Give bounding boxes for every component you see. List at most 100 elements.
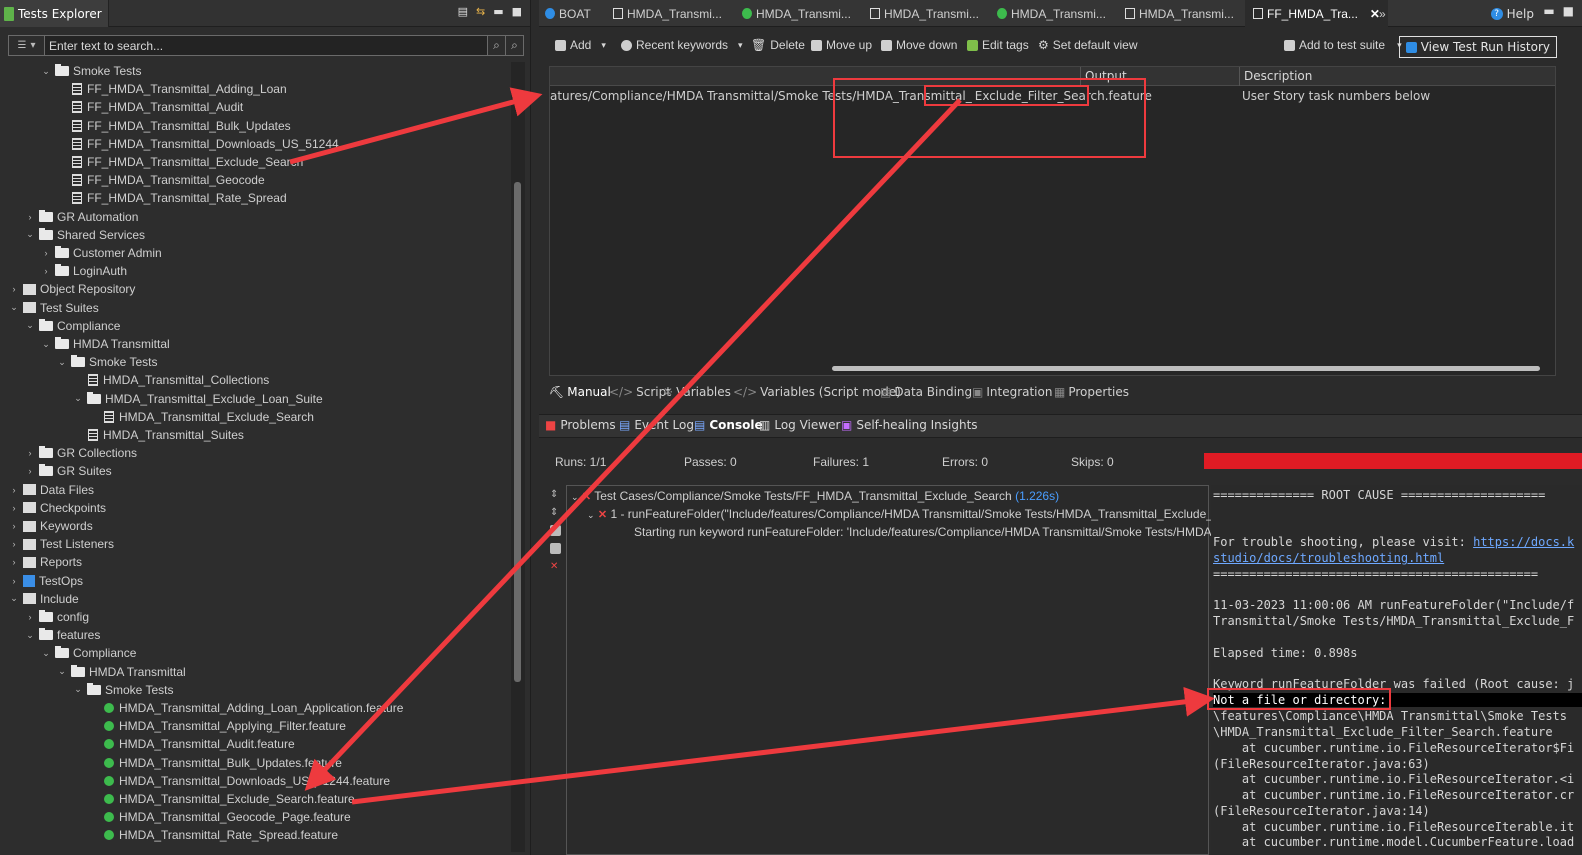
search-filter-dropdown[interactable]: ☰ ▾ — [8, 35, 45, 56]
tree-item[interactable]: › LoginAuth — [40, 262, 127, 280]
chevron-right-icon[interactable]: › — [8, 485, 20, 495]
result-node-step[interactable]: ⌄ ✕ 1 - runFeatureFolder("Include/featur… — [587, 507, 1213, 521]
tab-integration[interactable]: ▣ Integration — [972, 385, 1052, 399]
tree-item[interactable]: HMDA_Transmittal_Downloads_US_51244.feat… — [88, 772, 390, 790]
tree-item[interactable]: › TestOps — [8, 572, 84, 590]
maximize-icon[interactable]: ■ — [1563, 4, 1574, 18]
maximize-icon[interactable]: ■ — [512, 5, 522, 18]
tab-variables-script[interactable]: </> Variables (Script mode) — [733, 385, 901, 399]
tab-problems[interactable]: ■ Problems — [545, 418, 616, 432]
tree-item[interactable]: › Checkpoints — [8, 499, 107, 517]
explorer-scrollbar[interactable] — [511, 62, 525, 852]
troubleshooting-link[interactable]: studio/docs/troubleshooting.html — [1213, 551, 1444, 565]
failed-filter-icon[interactable]: ✕ — [550, 561, 561, 572]
chevron-down-icon[interactable]: ⌄ — [8, 593, 20, 604]
add-to-test-suite-button[interactable]: Add to test suite ▾ — [1284, 38, 1402, 52]
minimize-icon[interactable]: ▬ — [1543, 4, 1554, 18]
tab-properties[interactable]: ▦ Properties — [1054, 385, 1129, 399]
tree-item[interactable]: HMDA_Transmittal_Bulk_Updates.feature — [88, 754, 342, 772]
tab-hmda-3[interactable]: HMDA_Transmi... — [870, 0, 979, 27]
tree-item[interactable]: FF_HMDA_Transmittal_Exclude_Search — [56, 153, 303, 171]
tree-item[interactable]: FF_HMDA_Transmittal_Bulk_Updates — [56, 117, 291, 135]
tree-item[interactable]: ⌄ Smoke Tests — [40, 62, 141, 80]
tab-manual[interactable]: ⛏ Manual — [549, 385, 611, 399]
edit-tags-button[interactable]: Edit tags — [967, 38, 1029, 52]
tab-console[interactable]: ▤ Console — [694, 418, 763, 432]
tab-data-binding[interactable]: ▤ Data Binding — [880, 385, 972, 399]
result-node-test-case[interactable]: ⌄ ✕ Test Cases/Compliance/Smoke Tests/FF… — [571, 489, 1059, 503]
chevron-down-icon[interactable]: ▾ — [738, 40, 743, 51]
tab-variables[interactable]: ※ Variables — [663, 385, 731, 399]
tree-item[interactable]: HMDA_Transmittal_Suites — [72, 426, 244, 444]
table-horizontal-scrollbar[interactable] — [832, 366, 1540, 371]
chevron-down-icon[interactable]: ⌄ — [40, 339, 52, 350]
move-up-button[interactable]: Move up — [811, 38, 872, 52]
tree-item[interactable]: ⌄ features — [24, 626, 100, 644]
tab-hmda-4[interactable]: HMDA_Transmi... — [997, 0, 1106, 27]
chevron-right-icon[interactable]: › — [24, 612, 36, 622]
tree-item[interactable]: › Customer Admin — [40, 244, 162, 262]
tab-hmda-2[interactable]: HMDA_Transmi... — [742, 0, 851, 27]
chevron-down-icon[interactable]: ⌄ — [56, 666, 68, 677]
search-icon[interactable]: ⌕ — [488, 35, 506, 56]
tab-hmda-5[interactable]: HMDA_Transmi... — [1125, 0, 1234, 27]
chevron-right-icon[interactable]: › — [8, 576, 20, 586]
tree-item[interactable]: HMDA_Transmittal_Exclude_Search — [88, 408, 314, 426]
tree-item[interactable]: ⌄ HMDA Transmittal — [40, 335, 170, 353]
chevron-right-icon[interactable]: › — [24, 212, 36, 222]
chevron-down-icon[interactable]: ⌄ — [587, 510, 595, 520]
tree-item[interactable]: FF_HMDA_Transmittal_Geocode — [56, 171, 265, 189]
expand-all-icon[interactable]: ⇕ — [550, 489, 561, 500]
tree-item[interactable]: ⌄ Include — [8, 590, 78, 608]
tab-log-viewer[interactable]: ▥ Log Viewer — [759, 418, 840, 432]
chevron-down-icon[interactable]: ⌄ — [8, 302, 20, 313]
chevron-down-icon[interactable]: ⌄ — [24, 229, 36, 240]
recent-keywords-button[interactable]: Recent keywords ▾ — [621, 38, 743, 52]
link-editor-icon[interactable]: ⇆ — [476, 5, 485, 18]
tree-item[interactable]: HMDA_Transmittal_Rate_Spread.feature — [88, 826, 338, 844]
tree-item[interactable]: HMDA_Transmittal_Adding_Loan_Application… — [88, 699, 403, 717]
chevron-right-icon[interactable]: › — [24, 448, 36, 458]
chevron-down-icon[interactable]: ▾ — [601, 40, 606, 51]
collapse-all-icon[interactable]: ⇕ — [550, 507, 561, 518]
save-icon[interactable] — [550, 543, 561, 554]
tree-item[interactable]: FF_HMDA_Transmittal_Adding_Loan — [56, 80, 287, 98]
tree-item[interactable]: › Test Listeners — [8, 535, 115, 553]
view-test-run-history-button[interactable]: View Test Run History — [1398, 36, 1557, 58]
result-node-message[interactable]: Starting run keyword runFeatureFolder: '… — [634, 525, 1218, 539]
tests-explorer-tab[interactable]: Tests Explorer — [0, 0, 109, 27]
chevron-right-icon[interactable]: › — [40, 266, 52, 276]
set-default-view-button[interactable]: ⚙ Set default view — [1038, 38, 1137, 52]
chevron-down-icon[interactable]: ⌄ — [72, 393, 84, 404]
tree-item[interactable]: ⌄ HMDA_Transmittal_Exclude_Loan_Suite — [72, 390, 323, 408]
chevron-right-icon[interactable]: › — [8, 539, 20, 549]
chevron-right-icon[interactable]: › — [8, 557, 20, 567]
help-button[interactable]: ? Help — [1490, 0, 1534, 27]
tree-item[interactable]: › Reports — [8, 553, 83, 571]
advanced-search-icon[interactable]: ⌕ — [506, 35, 524, 56]
tree-item[interactable]: › Keywords — [8, 517, 93, 535]
tree-item[interactable]: ⌄ Test Suites — [8, 299, 98, 317]
tab-event-log[interactable]: ▤ Event Log — [619, 418, 694, 432]
move-down-button[interactable]: Move down — [881, 38, 957, 52]
tree-item[interactable]: HMDA_Transmittal_Exclude_Search.feature — [88, 790, 355, 808]
chevron-down-icon[interactable]: ⌄ — [571, 492, 579, 502]
table-row[interactable]: atures/Compliance/HMDA Transmittal/Smoke… — [550, 89, 1152, 103]
tab-self-healing[interactable]: ▣ Self-healing Insights — [841, 418, 978, 432]
tree-item[interactable]: › config — [24, 608, 89, 626]
tree-item[interactable]: FF_HMDA_Transmittal_Audit — [56, 98, 243, 116]
chevron-down-icon[interactable]: ⌄ — [56, 357, 68, 368]
tree-item[interactable]: › GR Collections — [24, 444, 137, 462]
tree-item[interactable]: FF_HMDA_Transmittal_Downloads_US_51244 — [56, 135, 339, 153]
tab-hmda-1[interactable]: HMDA_Transmi... — [613, 0, 722, 27]
search-input[interactable] — [45, 35, 488, 56]
chevron-right-icon[interactable]: › — [8, 521, 20, 531]
tree-item[interactable]: ⌄ Smoke Tests — [72, 681, 173, 699]
tree-item[interactable]: › Object Repository — [8, 280, 136, 298]
tree-item[interactable]: HMDA_Transmittal_Audit.feature — [88, 735, 295, 753]
tree-item[interactable]: ⌄ Compliance — [24, 317, 120, 335]
tree-item[interactable]: ⌄ Smoke Tests — [56, 353, 157, 371]
chevron-down-icon[interactable]: ⌄ — [24, 630, 36, 641]
tree-item[interactable]: HMDA_Transmittal_Geocode_Page.feature — [88, 808, 351, 826]
chevron-right-icon[interactable]: › — [24, 466, 36, 476]
